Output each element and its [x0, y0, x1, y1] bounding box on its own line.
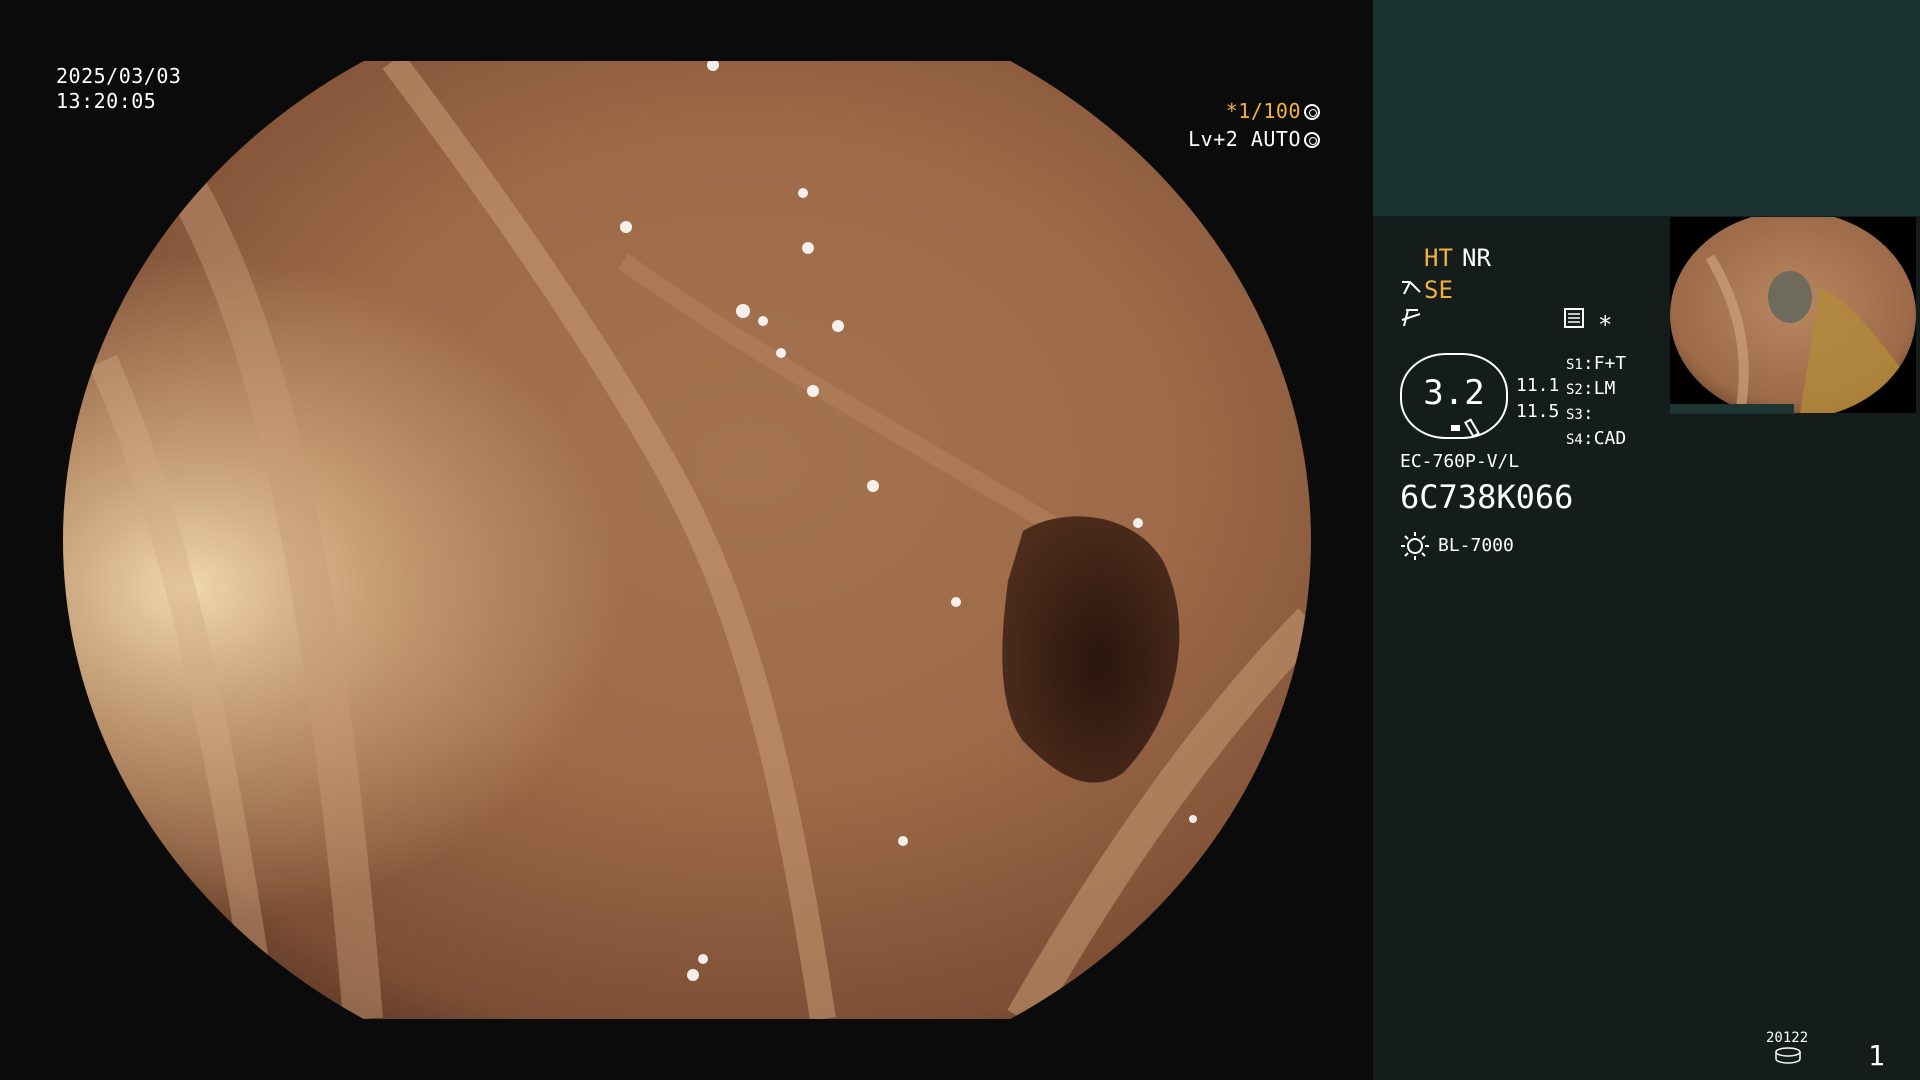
ht-label: HT — [1424, 244, 1453, 272]
shutter-readout: *1/100 — [1150, 99, 1320, 124]
light-source: BL-7000 — [1438, 535, 1514, 556]
scope-serial: 6C738K066 — [1400, 478, 1574, 516]
date-label: 2025/03/03 — [56, 64, 182, 88]
s1-value: F+T — [1593, 353, 1627, 374]
s4-row: S4:CAD — [1566, 428, 1627, 449]
scope-tip-icon — [1402, 281, 1421, 295]
target-circle-icon — [1304, 132, 1320, 148]
panel-header-area — [1373, 0, 1920, 216]
s4-label: S4 — [1566, 432, 1583, 448]
thumbnail-image — [1670, 217, 1916, 413]
value-a: 11.1 — [1516, 375, 1560, 396]
focus-slash-icon — [1401, 309, 1421, 327]
s3-label: S3 — [1566, 407, 1583, 423]
nr-label: NR — [1462, 244, 1491, 272]
sun-lamp-icon — [1401, 532, 1429, 560]
gauge-value: 3.2 — [1423, 373, 1485, 413]
endoscope-view: 2025/03/03 13:20:05 *1/100 Lv+2 AUTO — [0, 0, 1373, 1080]
value-b: 11.5 — [1516, 401, 1560, 422]
counter-label: 20122 — [1766, 1030, 1809, 1046]
colon-lumen-image — [63, 61, 1311, 1019]
s1-label: S1 — [1566, 357, 1583, 373]
asterisk-icon: ∗ — [1598, 306, 1613, 334]
list-sheet-icon — [1564, 308, 1584, 328]
mode-value: AUTO — [1250, 127, 1301, 151]
shutter-value: *1/100 — [1225, 99, 1301, 123]
time-label: 13:20:05 — [56, 89, 157, 113]
level-value: Lv+2 — [1188, 127, 1239, 151]
endoscope-image — [63, 61, 1311, 1019]
s2-value: LM — [1593, 378, 1616, 399]
page-number: 1 — [1868, 1039, 1885, 1072]
disk-stack-icon — [1775, 1047, 1801, 1064]
capture-thumbnail[interactable] — [1670, 217, 1916, 413]
gauge-tick — [1464, 418, 1480, 438]
scope-model: EC-760P-V/L — [1400, 451, 1520, 472]
se-label: SE — [1424, 276, 1453, 304]
gauge-badge: 3.2 — [1400, 353, 1508, 439]
thumbnail-bar — [1670, 404, 1794, 414]
exposure-readout: Lv+2 AUTO — [1150, 127, 1320, 152]
aperture-icon — [1304, 104, 1320, 120]
gauge-mark — [1451, 425, 1460, 431]
s4-value: CAD — [1593, 428, 1627, 449]
s2-label: S2 — [1566, 382, 1583, 398]
